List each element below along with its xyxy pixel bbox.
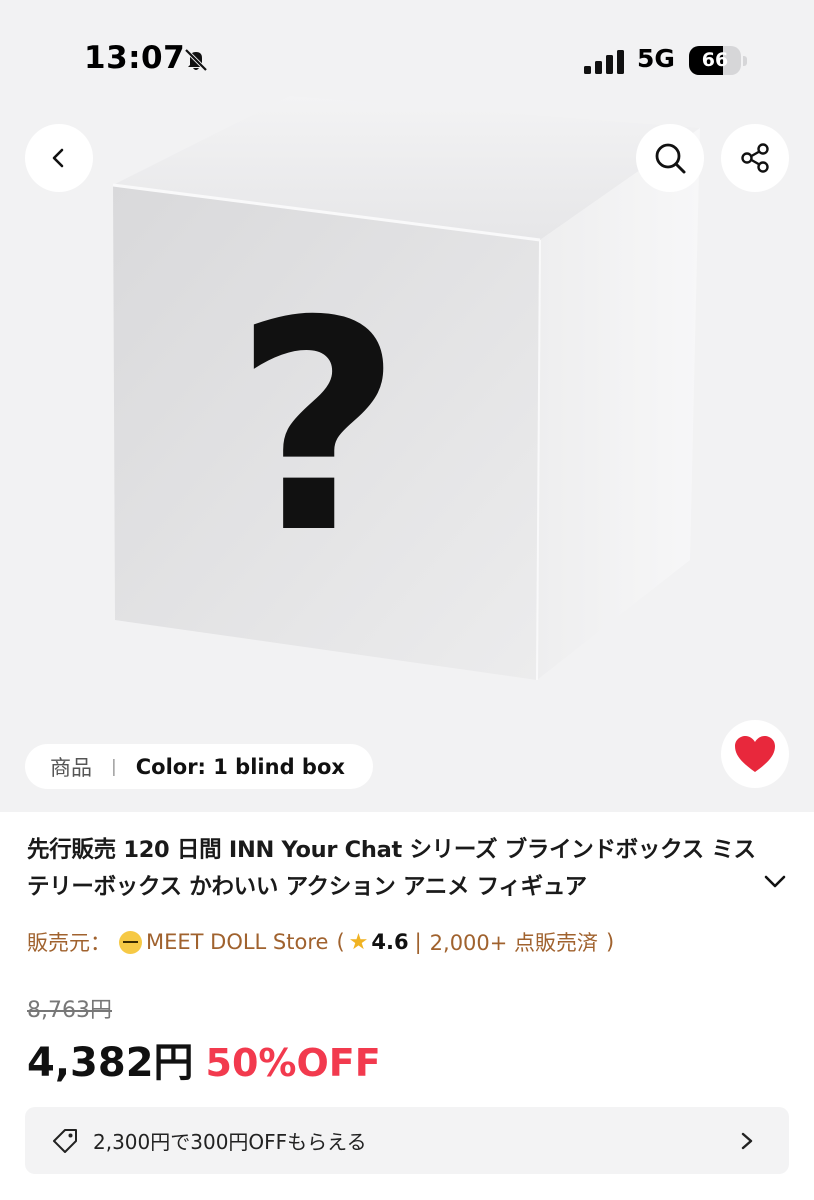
- variant-value: Color: 1 blind box: [135, 754, 345, 779]
- battery-icon: 66: [689, 46, 747, 76]
- product-image: ?: [112, 96, 700, 681]
- back-icon: [52, 148, 64, 168]
- star-icon: ★: [348, 929, 369, 955]
- coupon-text: 2,300円で300円OFFもらえる: [93, 1130, 367, 1154]
- product-title: 先行販売 120 日間 INN Your Chat シリーズ ブラインドボックス…: [27, 837, 756, 900]
- price-row: 4,382円 50%OFF: [27, 1030, 381, 1088]
- coupon-banner[interactable]: 2,300円で300円OFFもらえる: [25, 1107, 789, 1174]
- product-title-block[interactable]: 先行販売 120 日間 INN Your Chat シリーズ ブラインドボックス…: [27, 832, 757, 906]
- tag-icon: [53, 1128, 77, 1153]
- battery-level: 66: [701, 49, 729, 71]
- status-time: 13:07: [84, 40, 186, 76]
- sale-price: 4,382円: [27, 1040, 194, 1086]
- product-image-area[interactable]: ? 13:07 5G 66 商品 | Color: 1 blind box: [0, 0, 814, 812]
- heart-icon: [735, 736, 775, 772]
- seller-line[interactable]: 販売元： MEET DOLL Store ( ★ 4.6 | 2,000+ 点販…: [27, 927, 614, 957]
- seller-name[interactable]: MEET DOLL Store: [146, 930, 328, 954]
- seller-separator: |: [414, 930, 422, 954]
- share-button[interactable]: [721, 124, 789, 192]
- variant-selector[interactable]: 商品 | Color: 1 blind box: [25, 744, 373, 789]
- variant-kind-label: 商品: [50, 755, 92, 780]
- store-logo: [119, 930, 142, 954]
- seller-close-paren: ): [606, 930, 615, 954]
- signal-icon: [584, 50, 624, 74]
- seller-prefix: 販売元：: [27, 931, 111, 955]
- original-price: 8,763円: [27, 998, 112, 1023]
- variant-divider: |: [111, 756, 117, 777]
- search-icon: [655, 143, 686, 174]
- discount-badge: 50%OFF: [205, 1041, 381, 1085]
- search-button[interactable]: [636, 124, 704, 192]
- seller-open-paren: (: [336, 930, 345, 954]
- box-question-mark: ?: [234, 260, 402, 597]
- share-icon: [741, 143, 769, 173]
- bell-slash-icon: [184, 48, 208, 72]
- network-label: 5G: [637, 44, 675, 73]
- chevron-right-icon: [741, 1132, 753, 1149]
- seller-rating: 4.6: [371, 930, 409, 954]
- seller-sold-count: 2,000+ 点販売済: [429, 931, 599, 955]
- chevron-down-icon[interactable]: [762, 870, 788, 892]
- favorite-button[interactable]: [721, 720, 789, 788]
- back-button[interactable]: [25, 124, 93, 192]
